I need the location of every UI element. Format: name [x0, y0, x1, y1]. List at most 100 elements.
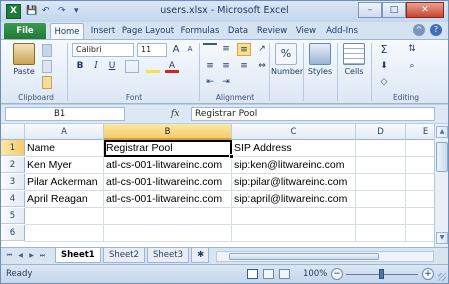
cell-d3[interactable] — [356, 174, 406, 191]
cells-button[interactable]: Cells — [339, 43, 369, 76]
cell-c4[interactable]: sip:april@litwareinc.com — [232, 191, 356, 208]
decrease-indent-icon[interactable]: ⇤ — [203, 76, 217, 89]
column-header-c[interactable]: C — [232, 124, 356, 140]
fill-color-icon[interactable] — [146, 60, 160, 73]
number-format-button[interactable]: % Number — [271, 43, 303, 76]
cell-c3[interactable]: sip:pilar@litwareinc.com — [232, 174, 356, 191]
name-box[interactable]: B1 — [5, 107, 125, 121]
cell-b5[interactable] — [104, 208, 232, 225]
cell-b3[interactable]: atl-cs-001-litwareinc.com — [104, 174, 232, 191]
cell-a4[interactable]: April Reagan — [25, 191, 104, 208]
tab-add-ins[interactable]: Add-Ins — [323, 23, 361, 39]
cell-d4[interactable] — [356, 191, 406, 208]
cell-b2[interactable]: atl-cs-001-litwareinc.com — [104, 157, 232, 174]
sort-filter-icon[interactable]: ⇅ — [405, 43, 419, 56]
font-color-icon[interactable]: A — [165, 60, 179, 73]
find-select-icon[interactable]: ⌕ — [405, 60, 419, 73]
italic-button[interactable]: I — [89, 60, 103, 73]
normal-view-icon[interactable] — [247, 269, 258, 279]
page-layout-view-icon[interactable] — [263, 269, 274, 279]
zoom-slider-thumb[interactable] — [379, 269, 384, 279]
cell-b6[interactable] — [104, 225, 232, 242]
cell-a6[interactable] — [25, 225, 104, 242]
resize-grip-icon[interactable] — [438, 273, 446, 281]
scroll-down-button[interactable]: ▼ — [436, 232, 448, 244]
tab-formulas[interactable]: Formulas — [178, 23, 222, 39]
borders-icon[interactable] — [125, 60, 139, 73]
cell-a5[interactable] — [25, 208, 104, 225]
cell-a3[interactable]: Pilar Ackerman — [25, 174, 104, 191]
format-painter-icon[interactable] — [42, 76, 52, 89]
shrink-font-icon[interactable]: A — [183, 43, 197, 56]
cell-e4[interactable] — [406, 191, 434, 208]
tab-insert[interactable]: Insert — [87, 23, 119, 39]
cell-d1[interactable] — [356, 140, 406, 157]
cell-b1[interactable]: Registrar Pool — [104, 140, 232, 157]
insert-function-icon[interactable]: fx — [171, 107, 191, 121]
maximize-button[interactable]: □ — [382, 2, 406, 18]
cell-e5[interactable] — [406, 208, 434, 225]
scroll-up-button[interactable]: ▲ — [436, 126, 448, 138]
fill-icon[interactable]: ⬇ — [377, 60, 391, 73]
row-header-4[interactable]: 4 — [1, 191, 25, 207]
cell-a2[interactable]: Ken Myer — [25, 157, 104, 174]
cell-e3[interactable] — [406, 174, 434, 191]
prev-sheet-icon[interactable]: ◀ — [16, 251, 25, 261]
cell-c2[interactable]: sip:ken@litwareinc.com — [232, 157, 356, 174]
autosum-icon[interactable]: Σ — [377, 43, 391, 56]
tab-review[interactable]: Review — [255, 23, 289, 39]
help-icon[interactable]: ? — [430, 24, 442, 36]
bold-button[interactable]: B — [73, 60, 87, 73]
vertical-scrollbar[interactable]: ▲ ▼ — [434, 124, 448, 247]
formula-input[interactable]: Registrar Pool — [191, 107, 435, 121]
cell-c1[interactable]: SIP Address — [232, 140, 356, 157]
tab-page-layout[interactable]: Page Layout — [121, 23, 175, 39]
row-header-2[interactable]: 2 — [1, 157, 25, 173]
last-sheet-icon[interactable]: ⏭ — [38, 251, 47, 261]
align-center-icon[interactable]: ≡ — [219, 60, 233, 73]
tab-data[interactable]: Data — [225, 23, 251, 39]
minimize-ribbon-icon[interactable]: ^ — [413, 24, 425, 36]
horizontal-scrollbar[interactable] — [216, 251, 434, 262]
sheet-tab-sheet3[interactable]: Sheet3 — [147, 248, 189, 263]
zoom-out-button[interactable]: − — [331, 268, 343, 280]
sheet-tab-sheet1[interactable]: Sheet1 — [55, 248, 101, 263]
first-sheet-icon[interactable]: ⏮ — [5, 251, 14, 261]
column-header-d[interactable]: D — [356, 124, 406, 140]
tab-home[interactable]: Home — [50, 23, 84, 39]
next-sheet-icon[interactable]: ▶ — [27, 251, 36, 261]
cell-e2[interactable] — [406, 157, 434, 174]
cell-d6[interactable] — [356, 225, 406, 242]
paste-button[interactable]: Paste — [9, 43, 39, 76]
align-left-icon[interactable]: ≡ — [203, 60, 217, 73]
grow-font-icon[interactable]: A — [169, 43, 183, 56]
worksheet-grid[interactable]: A B C D E 1 2 3 4 5 6 Name Registrar Poo… — [1, 124, 434, 247]
cell-d2[interactable] — [356, 157, 406, 174]
tab-file[interactable]: File — [4, 23, 46, 39]
font-size-combo[interactable]: 11 — [137, 43, 167, 57]
row-header-3[interactable]: 3 — [1, 174, 25, 190]
page-break-view-icon[interactable] — [279, 269, 290, 279]
cell-a1[interactable]: Name — [25, 140, 104, 157]
tab-view[interactable]: View — [292, 23, 320, 39]
cell-d5[interactable] — [356, 208, 406, 225]
cell-e6[interactable] — [406, 225, 434, 242]
column-header-b[interactable]: B — [104, 124, 232, 140]
sheet-tab-sheet2[interactable]: Sheet2 — [103, 248, 145, 263]
row-header-6[interactable]: 6 — [1, 225, 25, 241]
row-header-5[interactable]: 5 — [1, 208, 25, 224]
merge-center-icon[interactable]: ⇔ — [255, 60, 269, 73]
cell-b4[interactable]: atl-cs-001-litwareinc.com — [104, 191, 232, 208]
column-header-e[interactable]: E — [406, 124, 434, 140]
zoom-level[interactable]: 100% — [303, 268, 327, 281]
clear-icon[interactable]: ◇ — [377, 76, 391, 89]
fill-handle[interactable] — [229, 154, 234, 159]
horizontal-scroll-thumb[interactable] — [229, 253, 379, 260]
vertical-scroll-thumb[interactable] — [436, 142, 448, 172]
styles-button[interactable]: Styles — [305, 43, 335, 76]
increase-indent-icon[interactable]: ⇥ — [219, 76, 233, 89]
align-right-icon[interactable]: ≡ — [237, 60, 251, 73]
copy-icon[interactable] — [42, 60, 52, 73]
cell-e1[interactable] — [406, 140, 434, 157]
cell-c5[interactable] — [232, 208, 356, 225]
